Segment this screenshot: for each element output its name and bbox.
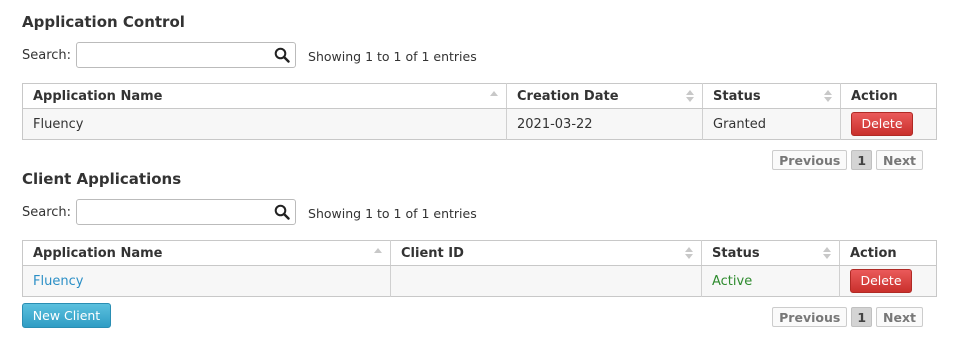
search-field[interactable] <box>76 199 297 225</box>
cell-creation-date: 2021-03-22 <box>506 108 703 140</box>
sort-icon <box>823 247 831 259</box>
column-header-action: Action <box>840 83 937 109</box>
table-header-row: Application Name Creation Date Status Ac… <box>22 83 937 109</box>
previous-page-button[interactable]: Previous <box>772 150 848 170</box>
section-title: Application Control <box>22 13 185 31</box>
search-icon[interactable] <box>274 204 290 220</box>
cell-status: Granted <box>702 108 841 140</box>
column-header-application-name[interactable]: Application Name <box>22 240 391 266</box>
search-icon[interactable] <box>274 47 290 63</box>
pagination: Previous 1 Next <box>772 150 923 170</box>
search-label: Search: <box>22 47 72 63</box>
column-header-action: Action <box>839 240 937 266</box>
table-info: Showing 1 to 1 of 1 entries <box>308 49 477 64</box>
previous-page-button[interactable]: Previous <box>772 307 848 327</box>
table-info: Showing 1 to 1 of 1 entries <box>308 206 477 221</box>
pagination: Previous 1 Next <box>772 307 923 327</box>
cell-application-name: Fluency <box>22 108 507 140</box>
column-header-application-name[interactable]: Application Name <box>22 83 507 109</box>
table-row: Fluency 2021-03-22 Granted Delete <box>22 108 937 140</box>
current-page-button[interactable]: 1 <box>851 307 873 327</box>
sort-asc-icon <box>374 248 382 253</box>
application-name-link[interactable]: Fluency <box>33 274 83 289</box>
sort-icon <box>824 90 832 102</box>
search-row: Search: Showing 1 to 1 of 1 entries <box>22 42 477 68</box>
table-header-row: Application Name Client ID Status Action <box>22 240 937 266</box>
search-field[interactable] <box>76 42 297 68</box>
cell-client-id <box>390 265 702 297</box>
section-title: Client Applications <box>22 170 182 188</box>
column-header-status[interactable]: Status <box>701 240 840 266</box>
client-applications-table: Application Name Client ID Status Action <box>22 240 937 297</box>
current-page-button[interactable]: 1 <box>851 150 873 170</box>
new-client-button[interactable]: New Client <box>22 303 111 328</box>
table-row: Fluency Active Delete <box>22 265 937 297</box>
delete-button[interactable]: Delete <box>851 112 913 136</box>
next-page-button[interactable]: Next <box>876 307 923 327</box>
cell-action: Delete <box>839 265 937 297</box>
search-input[interactable] <box>77 43 276 65</box>
delete-button[interactable]: Delete <box>850 269 912 293</box>
cell-application-name: Fluency <box>22 265 391 297</box>
sort-icon <box>686 90 694 102</box>
search-label: Search: <box>22 204 72 220</box>
application-control-table: Application Name Creation Date Status Ac… <box>22 83 937 140</box>
next-page-button[interactable]: Next <box>876 150 923 170</box>
sort-asc-icon <box>490 91 498 96</box>
search-row: Search: Showing 1 to 1 of 1 entries <box>22 199 477 225</box>
cell-status: Active <box>701 265 840 297</box>
sort-icon <box>685 247 693 259</box>
search-input[interactable] <box>77 200 276 222</box>
column-header-creation-date[interactable]: Creation Date <box>506 83 703 109</box>
status-text: Active <box>712 273 753 289</box>
column-header-status[interactable]: Status <box>702 83 841 109</box>
column-header-client-id[interactable]: Client ID <box>390 240 702 266</box>
cell-action: Delete <box>840 108 937 140</box>
